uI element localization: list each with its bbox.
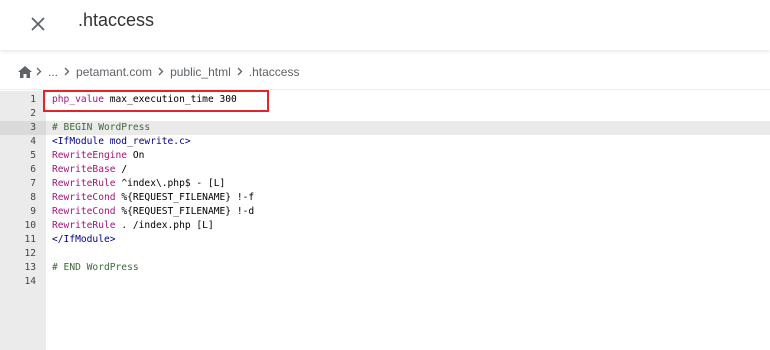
- code-line[interactable]: 4 <IfModule mod_rewrite.c>: [0, 135, 770, 149]
- breadcrumb: ... petamant.com public_html .htaccess: [0, 54, 770, 90]
- code-token: /: [115, 164, 128, 175]
- chevron-right-icon: [64, 67, 70, 76]
- line-number: 5: [30, 150, 36, 161]
- line-code[interactable]: RewriteCond %{REQUEST_FILENAME} !-d: [52, 205, 254, 219]
- code-token: RewriteCond: [52, 192, 116, 203]
- line-number: 2: [30, 108, 36, 119]
- code-line[interactable]: 5 RewriteEngine On: [0, 149, 770, 163]
- code-token: RewriteBase: [52, 164, 116, 175]
- line-number: 14: [24, 276, 36, 287]
- line-number: 3: [30, 122, 36, 133]
- code-token: ^index\.php$ - [L]: [115, 178, 226, 189]
- line-code[interactable]: RewriteRule . /index.php [L]: [52, 219, 214, 233]
- line-number: 1: [30, 94, 36, 105]
- breadcrumb-item-ellipsis[interactable]: ...: [48, 65, 58, 79]
- code-token: RewriteRule: [52, 220, 116, 231]
- line-number: 11: [24, 234, 36, 245]
- line-number: 13: [24, 262, 36, 273]
- editor-header: .htaccess: [0, 0, 770, 50]
- code-line[interactable]: 7 RewriteRule ^index\.php$ - [L]: [0, 177, 770, 191]
- code-token: RewriteEngine: [52, 150, 128, 161]
- breadcrumb-item-domain[interactable]: petamant.com: [76, 65, 152, 79]
- code-line[interactable]: 8 RewriteCond %{REQUEST_FILENAME} !-f: [0, 191, 770, 205]
- code-token: <IfModule mod_rewrite.c>: [52, 136, 191, 147]
- line-code[interactable]: # END WordPress: [52, 261, 139, 275]
- line-number: 7: [30, 178, 36, 189]
- code-token: RewriteCond: [52, 206, 116, 217]
- code-line[interactable]: 6 RewriteBase /: [0, 163, 770, 177]
- line-code[interactable]: RewriteEngine On: [52, 149, 144, 163]
- close-button[interactable]: [24, 10, 52, 38]
- file-title: .htaccess: [78, 10, 155, 30]
- home-icon[interactable]: [18, 65, 32, 78]
- chevron-right-icon: [158, 67, 164, 76]
- code-token: # END WordPress: [52, 262, 139, 273]
- code-line[interactable]: 12: [0, 247, 770, 261]
- code-token: </IfModule>: [52, 234, 116, 245]
- code-token: . /index.php [L]: [115, 220, 214, 231]
- code-line[interactable]: 14: [0, 275, 770, 289]
- line-number: 8: [30, 192, 36, 203]
- breadcrumb-item-folder[interactable]: public_html: [170, 65, 231, 79]
- line-code[interactable]: # BEGIN WordPress: [52, 121, 150, 135]
- highlight-annotation: [43, 90, 269, 112]
- code-line[interactable]: 11 </IfModule>: [0, 233, 770, 247]
- code-token: RewriteRule: [52, 178, 116, 189]
- chevron-right-icon: [237, 67, 243, 76]
- line-code[interactable]: RewriteCond %{REQUEST_FILENAME} !-f: [52, 191, 254, 205]
- close-icon: [31, 17, 45, 31]
- line-number: 6: [30, 164, 36, 175]
- line-code[interactable]: RewriteBase /: [52, 163, 127, 177]
- code-line[interactable]: 3 # BEGIN WordPress: [0, 121, 770, 135]
- code-token: %{REQUEST_FILENAME} !-f: [115, 192, 255, 203]
- line-number: 12: [24, 248, 36, 259]
- line-number: 9: [30, 206, 36, 217]
- code-editor[interactable]: 1 php_value max_execution_time 300 2 3 # BEG…: [0, 91, 770, 350]
- line-code[interactable]: <IfModule mod_rewrite.c>: [52, 135, 191, 149]
- chevron-right-icon: [36, 67, 42, 76]
- line-number: 10: [24, 220, 36, 231]
- code-token: On: [127, 150, 145, 161]
- code-line[interactable]: 13 # END WordPress: [0, 261, 770, 275]
- code-token: %{REQUEST_FILENAME} !-d: [115, 206, 255, 217]
- line-code[interactable]: RewriteRule ^index\.php$ - [L]: [52, 177, 225, 191]
- line-number: 4: [30, 136, 36, 147]
- breadcrumb-item-file: .htaccess: [248, 64, 300, 79]
- code-line[interactable]: 10 RewriteRule . /index.php [L]: [0, 219, 770, 233]
- line-code[interactable]: </IfModule>: [52, 233, 116, 247]
- code-token: # BEGIN WordPress: [52, 122, 151, 133]
- code-line[interactable]: 9 RewriteCond %{REQUEST_FILENAME} !-d: [0, 205, 770, 219]
